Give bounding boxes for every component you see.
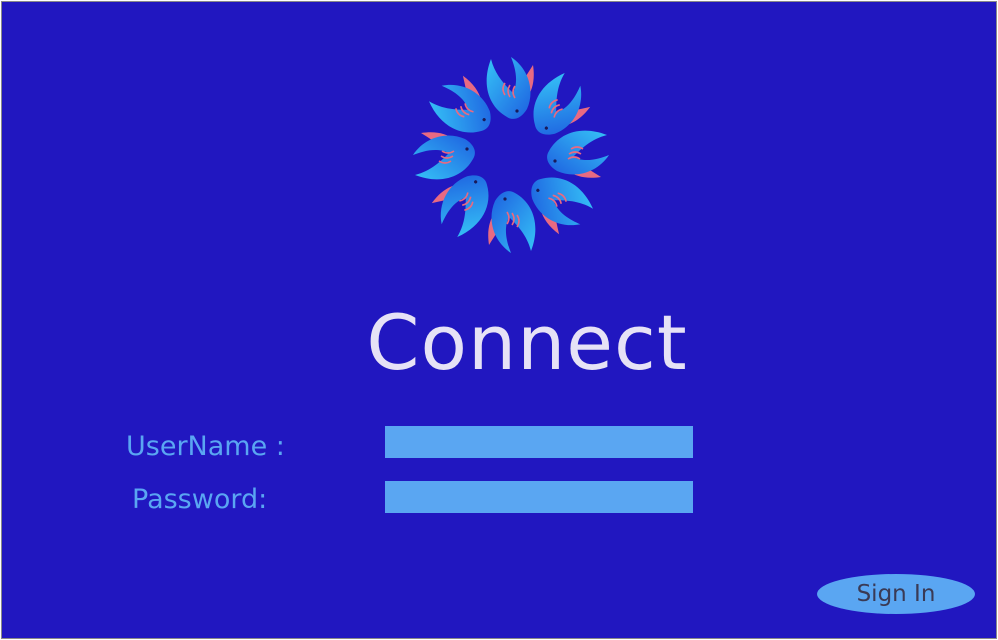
username-input[interactable] [385, 426, 693, 458]
sign-in-button[interactable]: Sign In [817, 574, 975, 614]
login-screen: Connect UserName : Password: Sign In [1, 1, 997, 639]
password-label: Password: [132, 484, 268, 515]
password-input[interactable] [385, 481, 693, 513]
bird-rosette-logo-icon [412, 56, 610, 254]
app-title: Connect [366, 298, 688, 387]
username-label: UserName : [126, 431, 285, 462]
